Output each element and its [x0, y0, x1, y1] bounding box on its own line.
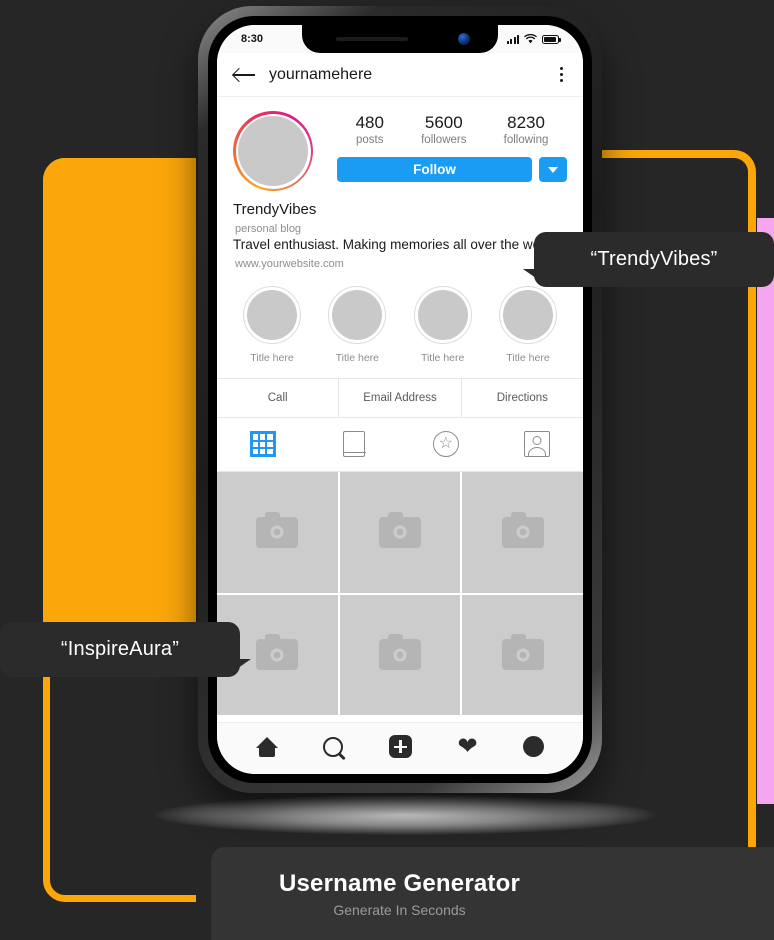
back-arrow-icon[interactable] [233, 67, 255, 83]
camera-icon [379, 634, 421, 671]
stat-followers-value: 5600 [424, 113, 463, 132]
page-title: yournamehere [269, 65, 373, 83]
profile-tabs: ☆ [217, 418, 583, 472]
earpiece-speaker [336, 37, 408, 41]
reels-icon [342, 431, 366, 458]
photo-cell[interactable] [339, 471, 461, 593]
banner-title: Username Generator [278, 869, 521, 897]
phone-notch [302, 25, 498, 53]
profile-website-link[interactable]: www.yourwebsite.com [233, 258, 567, 270]
profile-bio: TrendyVibes personal blog Travel enthusi… [217, 191, 583, 270]
photo-cell[interactable] [462, 471, 583, 593]
tab-tagged[interactable] [492, 418, 584, 471]
avatar-image-placeholder [238, 116, 308, 186]
stage: 8:30 yournamehere 480 posts 5600 followe… [0, 0, 774, 940]
status-time: 8:30 [241, 33, 264, 45]
phone-bezel: 8:30 yournamehere 480 posts 5600 followe… [208, 16, 592, 783]
caret-down-icon[interactable] [539, 157, 567, 183]
camera-icon [379, 511, 421, 548]
tagged-person-icon [524, 431, 551, 458]
kebab-menu-icon[interactable] [556, 63, 567, 86]
highlight-item[interactable]: Title here [328, 285, 387, 364]
stat-posts[interactable]: 480 posts [356, 113, 384, 146]
profile-avatar-icon[interactable] [523, 736, 545, 757]
tab-reels[interactable] [309, 418, 401, 471]
highlight-item[interactable]: Title here [413, 285, 472, 364]
highlight-label: Title here [250, 351, 294, 364]
signal-icon [506, 34, 519, 44]
highlight-cover [243, 285, 301, 344]
stat-following[interactable]: 8230 following [504, 113, 549, 146]
camera-icon [501, 634, 544, 671]
stat-followers-label: followers [421, 134, 467, 147]
camera-icon [256, 511, 299, 548]
profile-actions: Follow [337, 157, 567, 183]
profile-description: Travel enthusiast. Making memories all o… [233, 237, 559, 252]
banner-subtitle: Generate In Seconds [333, 901, 466, 918]
star-circle-icon: ☆ [432, 431, 459, 458]
highlight-label: Title here [335, 351, 380, 364]
highlight-item[interactable]: Title here [243, 285, 301, 364]
profile-stats: 480 posts 5600 followers 8230 following [337, 111, 567, 146]
highlight-label: Title here [506, 351, 550, 364]
follow-button[interactable]: Follow [337, 157, 532, 183]
bottom-banner: Username Generator Generate In Seconds [211, 847, 774, 940]
photo-cell[interactable] [462, 594, 583, 716]
photo-cell[interactable] [339, 594, 461, 716]
heart-icon[interactable]: ❤ [458, 734, 478, 759]
callout-bubble-right: “TrendyVibes” [523, 232, 774, 287]
avatar-ring-gap [235, 113, 311, 189]
app-header: yournamehere [217, 53, 583, 97]
callout-bubble-left: “InspireAura” [0, 622, 251, 677]
email-address-button[interactable]: Email Address [338, 378, 460, 417]
photo-grid [217, 471, 583, 716]
profile-display-name: TrendyVibes [233, 201, 317, 218]
decor-stripe-pink [757, 218, 774, 804]
highlight-label: Title here [420, 351, 465, 364]
highlight-cover [328, 285, 387, 344]
call-button[interactable]: Call [217, 379, 338, 417]
stat-following-label: following [503, 134, 549, 147]
add-post-icon[interactable] [388, 735, 412, 758]
profile-header: 480 posts 5600 followers 8230 following [217, 97, 583, 191]
profile-stats-and-actions: 480 posts 5600 followers 8230 following [313, 111, 567, 191]
battery-icon [542, 34, 562, 44]
stat-posts-value: 480 [355, 113, 384, 132]
front-camera-icon [458, 33, 470, 45]
phone-screen: 8:30 yournamehere 480 posts 5600 followe… [217, 25, 583, 774]
stat-posts-label: posts [356, 134, 384, 147]
bottom-navigation-bar: ❤ [217, 722, 583, 774]
directions-button[interactable]: Directions [460, 378, 583, 417]
highlight-cover [498, 285, 557, 344]
stat-followers[interactable]: 5600 followers [421, 113, 466, 146]
grid-icon [249, 431, 276, 458]
phone-shadow [155, 795, 655, 835]
photo-cell[interactable] [217, 471, 338, 593]
highlight-cover [413, 285, 472, 344]
avatar[interactable] [233, 111, 313, 191]
profile-category: personal blog [235, 223, 302, 235]
camera-icon [256, 634, 299, 671]
tab-grid[interactable] [217, 418, 309, 471]
search-icon[interactable] [323, 736, 344, 757]
phone-mockup: 8:30 yournamehere 480 posts 5600 followe… [198, 6, 602, 793]
camera-icon [501, 511, 544, 548]
tab-guides[interactable]: ☆ [400, 418, 492, 471]
stat-following-value: 8230 [507, 113, 545, 132]
highlight-item[interactable]: Title here [498, 285, 557, 364]
story-highlights: Title here Title here Title here Title h… [217, 270, 583, 372]
wifi-icon [524, 34, 537, 44]
home-icon[interactable] [255, 736, 278, 757]
contact-buttons-row: Call Email Address Directions [217, 377, 583, 418]
status-icons [506, 34, 562, 44]
